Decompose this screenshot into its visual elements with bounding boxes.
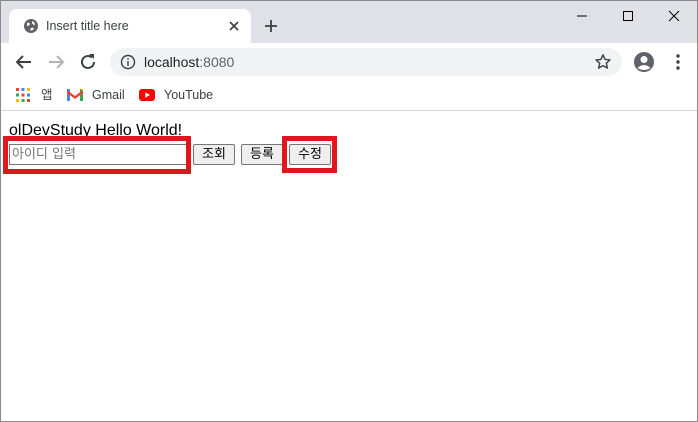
close-window-button[interactable] <box>651 1 697 31</box>
browser-toolbar: localhost:8080 <box>1 43 697 81</box>
close-window-icon <box>668 10 680 22</box>
bookmarks-bar: 앱 Gmail YouTube <box>1 81 697 111</box>
minimize-button[interactable] <box>559 1 605 31</box>
page-content: olDevStudy Hello World! 조회 등록 수정 <box>1 112 697 421</box>
maximize-icon <box>623 11 633 21</box>
gmail-icon <box>67 89 83 101</box>
url-text: localhost:8080 <box>144 54 235 70</box>
tab-active[interactable]: Insert title here <box>9 9 251 43</box>
forward-arrow-icon[interactable] <box>46 52 66 72</box>
reload-icon[interactable] <box>78 52 98 72</box>
globe-icon <box>24 19 38 33</box>
tab-title: Insert title here <box>46 19 129 33</box>
minimize-icon <box>577 15 587 17</box>
edit-button[interactable]: 수정 <box>289 144 331 165</box>
info-icon[interactable] <box>120 54 136 70</box>
back-arrow-icon[interactable] <box>14 52 34 72</box>
new-tab-plus-icon[interactable] <box>263 18 279 34</box>
bookmark-apps-label: 앱 <box>41 88 53 102</box>
search-button[interactable]: 조회 <box>193 144 235 165</box>
maximize-button[interactable] <box>605 1 651 31</box>
browser-window: Insert title here localhost:8080 앱 Gmail… <box>0 0 698 422</box>
close-tab-icon[interactable] <box>227 19 241 33</box>
bookmark-gmail[interactable]: Gmail <box>67 85 127 105</box>
register-button[interactable]: 등록 <box>241 144 283 165</box>
youtube-icon <box>139 89 155 101</box>
bookmark-star-icon[interactable] <box>594 53 612 71</box>
address-bar[interactable]: localhost:8080 <box>110 48 622 76</box>
bookmark-apps[interactable]: 앱 <box>15 85 55 105</box>
profile-avatar-icon[interactable] <box>633 51 655 73</box>
kebab-menu-icon[interactable] <box>669 53 687 71</box>
id-input[interactable] <box>9 144 187 165</box>
bookmark-youtube[interactable]: YouTube <box>139 85 219 105</box>
bookmark-gmail-label: Gmail <box>92 88 125 102</box>
tab-strip: Insert title here <box>1 1 697 43</box>
apps-grid-icon <box>16 88 30 102</box>
bookmark-youtube-label: YouTube <box>164 88 214 102</box>
page-heading: olDevStudy Hello World! <box>9 122 183 139</box>
